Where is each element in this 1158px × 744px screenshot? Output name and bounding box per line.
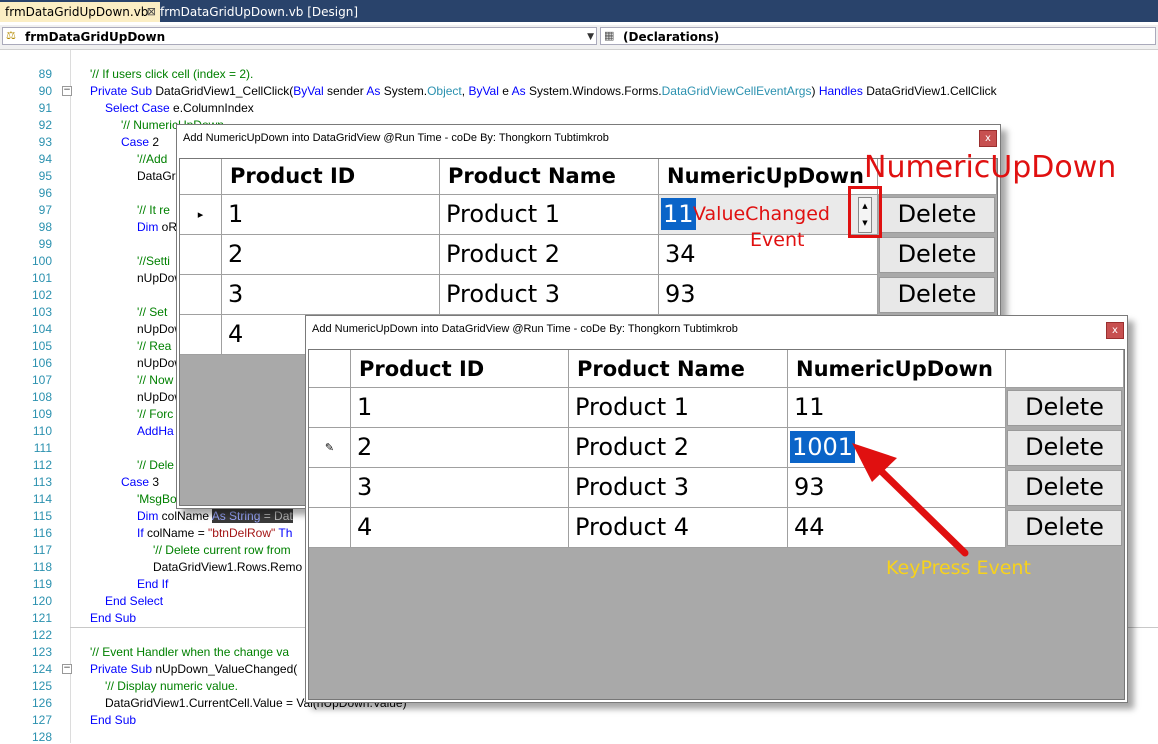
annotation-arrow-shaft [876, 466, 969, 557]
annotation-keypress-label: KeyPress Event [886, 557, 1031, 579]
annotation-arrow [852, 443, 969, 557]
